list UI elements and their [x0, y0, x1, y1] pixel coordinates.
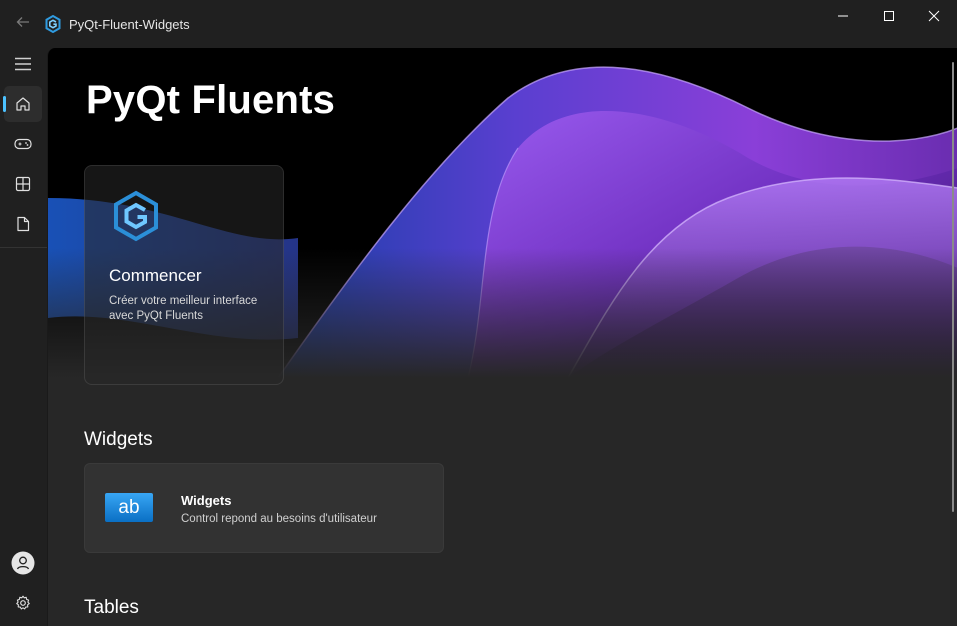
back-arrow-icon: [16, 17, 29, 27]
active-indicator: [3, 96, 6, 112]
app-logo-icon: [114, 190, 158, 242]
vertical-scrollbar[interactable]: [952, 62, 954, 512]
settings-button[interactable]: [4, 585, 42, 621]
hamburger-icon: [15, 57, 31, 71]
minimize-icon: [838, 15, 848, 17]
sidebar-item-home[interactable]: [3, 86, 42, 122]
textbox-icon: ab: [105, 493, 153, 522]
section-title-widgets: Widgets: [84, 429, 153, 450]
grid-icon: [15, 176, 31, 192]
page-title: PyQt Fluents: [86, 78, 336, 122]
widgets-card-description: Control repond au besoins d'utilisateur: [181, 513, 377, 525]
navigation-sidebar: [0, 48, 47, 626]
close-icon: [928, 10, 940, 22]
avatar-icon: [11, 551, 35, 575]
account-button[interactable]: [4, 545, 42, 581]
back-button[interactable]: [12, 13, 34, 35]
gamepad-icon: [14, 138, 32, 150]
get-started-card[interactable]: Commencer Créer votre meilleur interface…: [84, 165, 284, 385]
widgets-card[interactable]: ab Widgets Control repond au besoins d'u…: [84, 463, 444, 553]
main-content: PyQt Fluents Commencer Créer votre meill…: [47, 48, 957, 626]
sidebar-item-document[interactable]: [4, 206, 42, 242]
gear-icon: [16, 595, 30, 610]
sidebar-item-gaming[interactable]: [4, 126, 42, 162]
card-title: Commencer: [109, 266, 202, 285]
window-title: PyQt-Fluent-Widgets: [69, 17, 190, 32]
maximize-button[interactable]: [866, 0, 912, 32]
app-logo-icon: [45, 15, 61, 33]
section-title-tables: Tables: [84, 597, 139, 618]
sidebar-item-gallery[interactable]: [4, 166, 42, 202]
maximize-icon: [884, 11, 894, 21]
menu-toggle-button[interactable]: [4, 46, 42, 82]
widgets-card-title: Widgets: [181, 493, 232, 508]
sidebar-divider: [0, 247, 47, 248]
card-description: Créer votre meilleur interface avec PyQt…: [109, 295, 258, 322]
close-button[interactable]: [911, 0, 957, 32]
title-bar: PyQt-Fluent-Widgets: [0, 0, 957, 48]
minimize-button[interactable]: [820, 0, 866, 32]
document-icon: [17, 216, 30, 232]
home-icon: [16, 97, 30, 111]
